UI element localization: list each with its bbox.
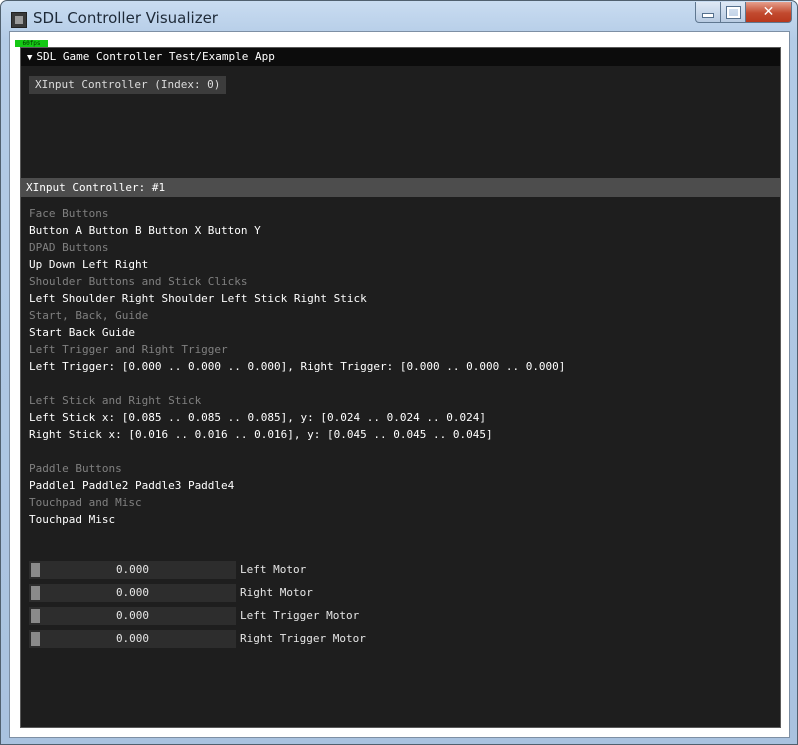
face-buttons-state: Button A Button B Button X Button Y	[29, 224, 261, 237]
trigger-state: Left Trigger: [0.000 .. 0.000 .. 0.000],…	[29, 360, 566, 373]
controller-panel-header[interactable]: XInput Controller: #1	[21, 178, 780, 197]
fps-overlay: 60fps	[15, 40, 48, 47]
slider-label: Right Motor	[240, 586, 313, 599]
minimize-icon	[702, 13, 714, 18]
left-motor-slider[interactable]: 0.000	[29, 561, 236, 579]
stick-heading: Left Stick and Right Stick	[29, 394, 202, 407]
slider-label: Left Trigger Motor	[240, 609, 360, 622]
left-stick-state: Left Stick x: [0.085 .. 0.085 .. 0.085],…	[29, 411, 486, 424]
controller-state: Face Buttons Button A Button B Button X …	[29, 205, 769, 528]
app-panel-header[interactable]: ▼ SDL Game Controller Test/Example App	[21, 48, 780, 66]
motor-sliders: 0.000 Left Motor 0.000 Right Motor 0.000	[29, 561, 366, 653]
dpad-heading: DPAD Buttons	[29, 241, 109, 254]
slider-value: 0.000	[115, 586, 150, 599]
left-trigger-motor-slider[interactable]: 0.000	[29, 607, 236, 625]
slider-value: 0.000	[115, 632, 150, 645]
client-area: 60fps ▼ SDL Game Controller Test/Example …	[9, 31, 790, 738]
trigger-heading: Left Trigger and Right Trigger	[29, 343, 228, 356]
caption-buttons: ✕	[695, 2, 792, 23]
right-motor-row: 0.000 Right Motor	[29, 584, 366, 602]
slider-grab-handle[interactable]	[31, 586, 40, 600]
minimize-button[interactable]	[695, 2, 721, 23]
right-trigger-motor-row: 0.000 Right Trigger Motor	[29, 630, 366, 648]
start-back-guide-state: Start Back Guide	[29, 326, 135, 339]
slider-grab-handle[interactable]	[31, 563, 40, 577]
app-panel: ▼ SDL Game Controller Test/Example App XI…	[20, 47, 781, 180]
touchpad-heading: Touchpad and Misc	[29, 496, 142, 509]
paddle-state: Paddle1 Paddle2 Paddle3 Paddle4	[29, 479, 235, 492]
left-motor-row: 0.000 Left Motor	[29, 561, 366, 579]
slider-label: Left Motor	[240, 563, 307, 576]
paddle-heading: Paddle Buttons	[29, 462, 122, 475]
collapse-arrow-icon[interactable]: ▼	[27, 53, 32, 63]
left-trigger-motor-row: 0.000 Left Trigger Motor	[29, 607, 366, 625]
start-back-guide-heading: Start, Back, Guide	[29, 309, 149, 322]
window-title: SDL Controller Visualizer	[33, 9, 218, 27]
shoulder-state: Left Shoulder Right Shoulder Left Stick …	[29, 292, 367, 305]
slider-label: Right Trigger Motor	[240, 632, 366, 645]
face-buttons-heading: Face Buttons	[29, 207, 109, 220]
dpad-state: Up Down Left Right	[29, 258, 149, 271]
slider-value: 0.000	[115, 609, 150, 622]
app-panel-title: SDL Game Controller Test/Example App	[36, 50, 275, 63]
close-icon: ✕	[762, 4, 775, 20]
window-frame: SDL Controller Visualizer ✕ 60fps ▼ SDL G…	[0, 0, 798, 745]
right-stick-state: Right Stick x: [0.016 .. 0.016 .. 0.016]…	[29, 428, 493, 441]
right-motor-slider[interactable]: 0.000	[29, 584, 236, 602]
slider-grab-handle[interactable]	[31, 609, 40, 623]
maximize-icon	[725, 5, 741, 19]
controller-panel: XInput Controller: #1 Face Buttons Butto…	[20, 178, 781, 728]
app-icon	[11, 12, 27, 28]
controller-select-button[interactable]: XInput Controller (Index: 0)	[29, 76, 227, 94]
slider-value: 0.000	[115, 563, 150, 576]
slider-grab-handle[interactable]	[31, 632, 40, 646]
shoulder-heading: Shoulder Buttons and Stick Clicks	[29, 275, 248, 288]
touchpad-state: Touchpad Misc	[29, 513, 116, 526]
close-button[interactable]: ✕	[746, 2, 792, 23]
right-trigger-motor-slider[interactable]: 0.000	[29, 630, 236, 648]
maximize-button[interactable]	[721, 2, 746, 23]
